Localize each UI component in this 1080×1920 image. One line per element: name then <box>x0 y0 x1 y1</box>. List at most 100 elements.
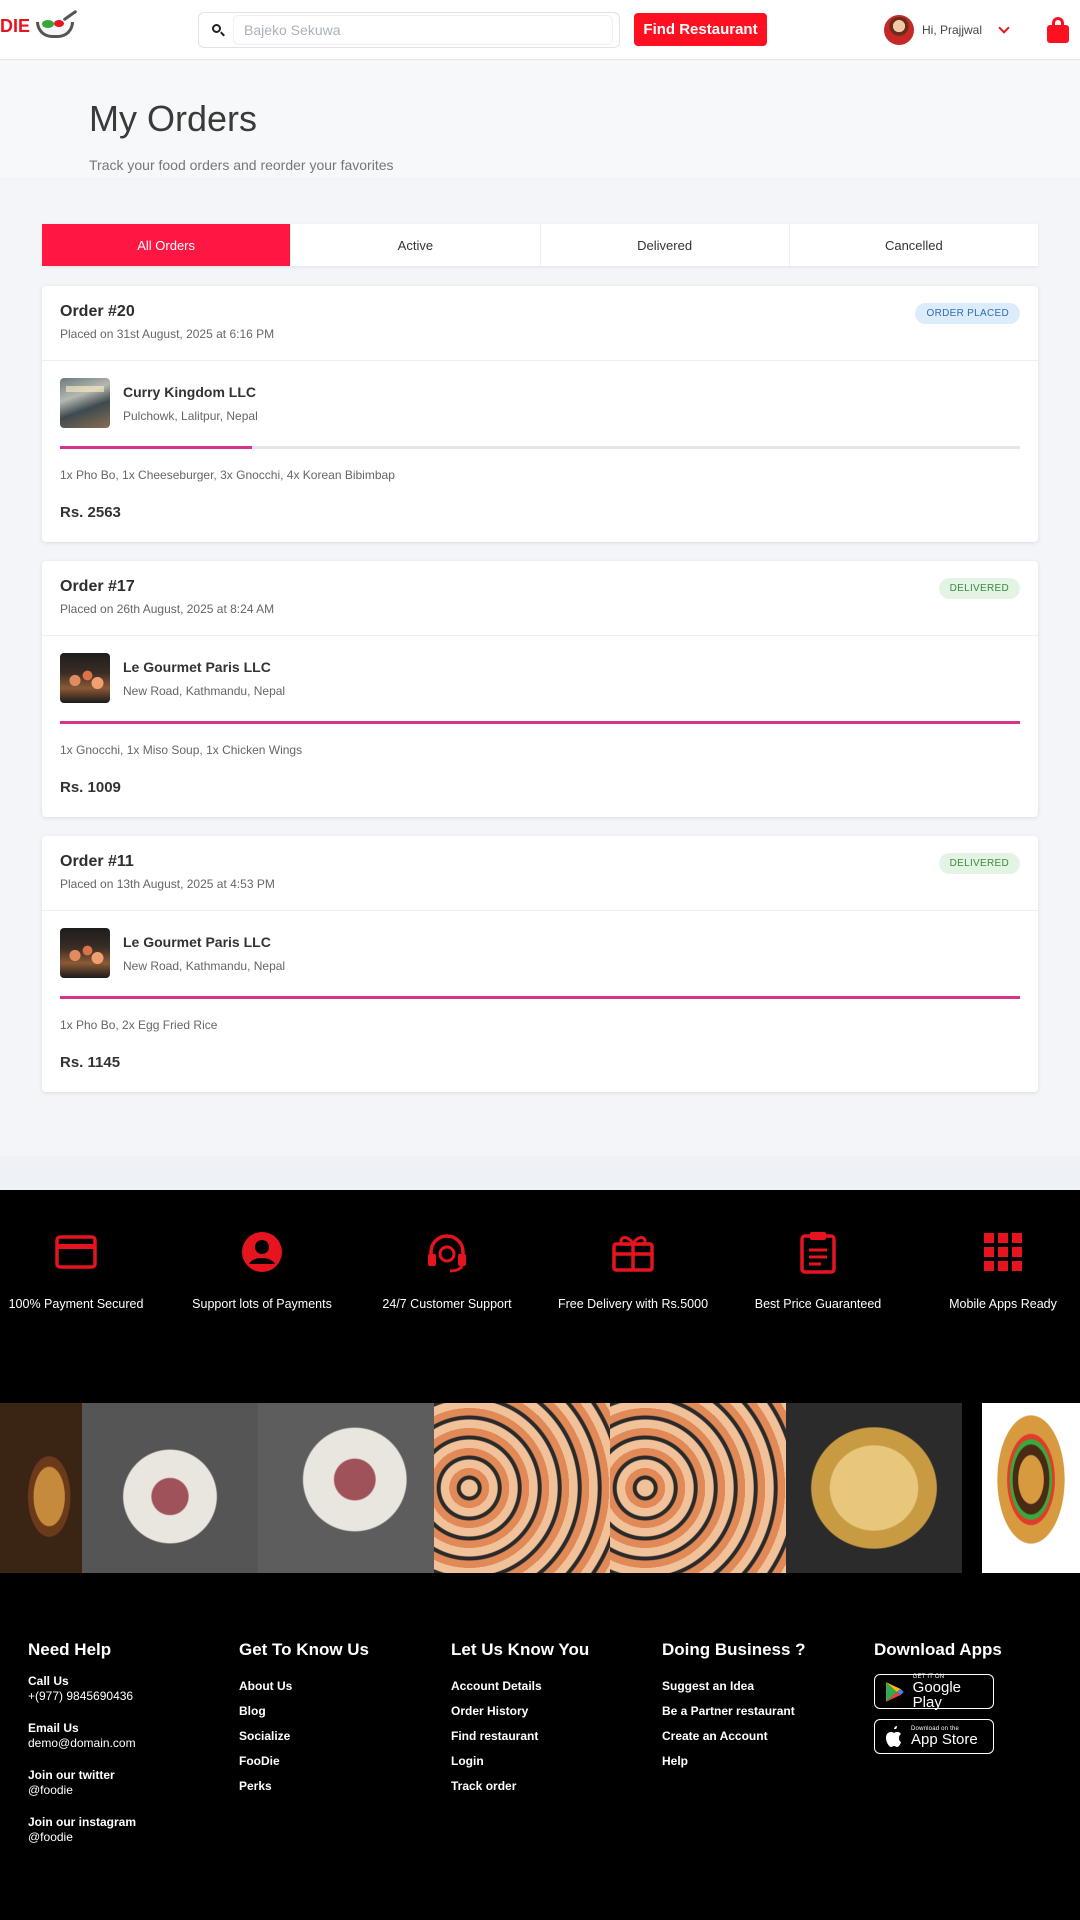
footer-link-blog[interactable]: Blog <box>239 1699 439 1724</box>
headset-icon <box>428 1234 466 1273</box>
foodie-logo[interactable]: DIE <box>0 9 78 38</box>
page-title: My Orders <box>89 98 258 139</box>
footer-link-help[interactable]: Help <box>662 1749 862 1774</box>
search-box <box>198 12 620 48</box>
restaurant-name[interactable]: Curry Kingdom LLC <box>123 384 256 400</box>
footer-link-account-details[interactable]: Account Details <box>451 1674 651 1699</box>
google-play-label: Google Play <box>912 1678 962 1711</box>
order-id: Order #17 <box>60 578 135 595</box>
footer-link-find-restaurant[interactable]: Find restaurant <box>451 1724 651 1749</box>
shopping-bag-icon[interactable] <box>1047 17 1069 43</box>
footer-link-foodie[interactable]: FooDie <box>239 1749 439 1774</box>
food-image-sushi <box>610 1403 786 1573</box>
order-progress-bar <box>60 446 1020 449</box>
divider <box>42 910 1038 911</box>
twitter-link[interactable]: @foodie <box>28 1782 228 1798</box>
feature-item: Best Price Guaranteed <box>738 1230 898 1311</box>
order-total: Rs. 2563 <box>60 504 121 521</box>
tab-active[interactable]: Active <box>291 224 541 266</box>
order-items: 1x Pho Bo, 1x Cheeseburger, 3x Gnocchi, … <box>60 468 395 482</box>
feature-item: Mobile Apps Ready <box>923 1230 1080 1311</box>
restaurant-address: New Road, Kathmandu, Nepal <box>123 684 286 698</box>
section-gap <box>0 1156 1080 1190</box>
restaurant-address: Pulchowk, Lalitpur, Nepal <box>123 409 258 423</box>
order-progress-bar <box>60 721 1020 724</box>
column-title: Need Help <box>28 1640 112 1659</box>
phone-link[interactable]: +(977) 9845690436 <box>28 1688 228 1704</box>
download-apps-column: Download Apps GET IT ON Google Play Down… <box>874 1640 1074 1764</box>
footer-link-login[interactable]: Login <box>451 1749 651 1774</box>
chevron-down-icon[interactable] <box>998 22 1010 34</box>
food-image-sushi <box>434 1403 610 1573</box>
order-card[interactable]: Order #20 Placed on 31st August, 2025 at… <box>42 286 1038 542</box>
column-title: Get To Know Us <box>239 1640 370 1659</box>
user-menu[interactable]: Hi, Prajjwal <box>884 15 1010 45</box>
app-store-button[interactable]: Download on the App Store <box>874 1719 994 1754</box>
column-title: Download Apps <box>874 1640 1002 1659</box>
features-row: 100% Payment Secured Support lots of Pay… <box>0 1230 1080 1311</box>
footer-link-perks[interactable]: Perks <box>239 1774 439 1799</box>
gift-icon <box>612 1236 654 1272</box>
progress-fill <box>60 446 252 449</box>
order-id: Order #11 <box>60 853 134 870</box>
avatar[interactable] <box>884 15 914 45</box>
footer-link-about[interactable]: About Us <box>239 1674 439 1699</box>
order-date: Placed on 13th August, 2025 at 4:53 PM <box>60 877 275 891</box>
restaurant-address: New Road, Kathmandu, Nepal <box>123 959 286 973</box>
email-link[interactable]: demo@domain.com <box>28 1735 228 1751</box>
footer-link-order-history[interactable]: Order History <box>451 1699 651 1724</box>
order-items: 1x Gnocchi, 1x Miso Soup, 1x Chicken Win… <box>60 743 303 757</box>
food-image-burger <box>982 1403 1080 1573</box>
column-title: Doing Business ? <box>662 1640 806 1659</box>
footer-link-create-account[interactable]: Create an Account <box>662 1724 862 1749</box>
order-progress-bar <box>60 996 1020 999</box>
order-card[interactable]: Order #17 Placed on 26th August, 2025 at… <box>42 561 1038 817</box>
clipboard-icon <box>800 1232 836 1274</box>
page-subtitle: Track your food orders and reorder your … <box>89 157 394 173</box>
credit-card-icon <box>55 1235 97 1269</box>
food-image-pasta <box>786 1403 962 1573</box>
bowl-icon <box>34 9 78 38</box>
order-date: Placed on 26th August, 2025 at 8:24 AM <box>60 602 275 616</box>
restaurant-name[interactable]: Le Gourmet Paris LLC <box>123 934 271 950</box>
feature-label: Best Price Guaranteed <box>754 1297 882 1311</box>
search-icon <box>209 21 229 41</box>
search-input[interactable] <box>233 15 613 45</box>
restaurant-thumbnail <box>60 653 110 703</box>
doing-business-column: Doing Business ? Suggest an Idea Be a Pa… <box>662 1640 862 1774</box>
email-label: Email Us <box>28 1721 79 1735</box>
order-id: Order #20 <box>60 303 135 320</box>
app-store-label: App Store <box>911 1731 978 1748</box>
logo-text: DIE <box>0 15 31 36</box>
get-to-know-column: Get To Know Us About Us Blog Socialize F… <box>239 1640 439 1799</box>
order-total: Rs. 1145 <box>60 1054 121 1071</box>
footer-link-suggest-idea[interactable]: Suggest an Idea <box>662 1674 862 1699</box>
tab-delivered[interactable]: Delivered <box>541 224 790 266</box>
feature-label: Free Delivery with Rs.5000 <box>557 1297 709 1311</box>
order-card[interactable]: Order #11 Placed on 13th August, 2025 at… <box>42 836 1038 1092</box>
tab-cancelled[interactable]: Cancelled <box>790 224 1038 266</box>
let-us-know-column: Let Us Know You Account Details Order Hi… <box>451 1640 651 1799</box>
column-title: Let Us Know You <box>451 1640 590 1659</box>
progress-fill <box>60 996 1020 999</box>
twitter-label: Join our twitter <box>28 1768 115 1782</box>
find-restaurant-button[interactable]: Find Restaurant <box>634 13 767 46</box>
food-image-burger <box>0 1403 82 1573</box>
feature-label: Mobile Apps Ready <box>949 1297 1057 1311</box>
instagram-link[interactable]: @foodie <box>28 1829 228 1845</box>
feature-label: 24/7 Customer Support <box>382 1297 512 1311</box>
footer-link-partner[interactable]: Be a Partner restaurant <box>662 1699 862 1724</box>
google-play-button[interactable]: GET IT ON Google Play <box>874 1674 994 1711</box>
tab-all-orders[interactable]: All Orders <box>42 224 292 266</box>
status-badge: ORDER PLACED <box>915 303 1020 324</box>
restaurant-thumbnail <box>60 928 110 978</box>
order-date: Placed on 31st August, 2025 at 6:16 PM <box>60 327 275 341</box>
apple-icon <box>886 1725 901 1747</box>
top-header: DIE Find Restaurant Hi, Prajjwal <box>0 0 1080 60</box>
feature-label: 100% Payment Secured <box>8 1297 144 1311</box>
restaurant-name[interactable]: Le Gourmet Paris LLC <box>123 659 271 675</box>
footer-link-socialize[interactable]: Socialize <box>239 1724 439 1749</box>
restaurant-thumbnail <box>60 378 110 428</box>
footer-link-track-order[interactable]: Track order <box>451 1774 651 1799</box>
feature-item: 100% Payment Secured <box>0 1230 156 1311</box>
